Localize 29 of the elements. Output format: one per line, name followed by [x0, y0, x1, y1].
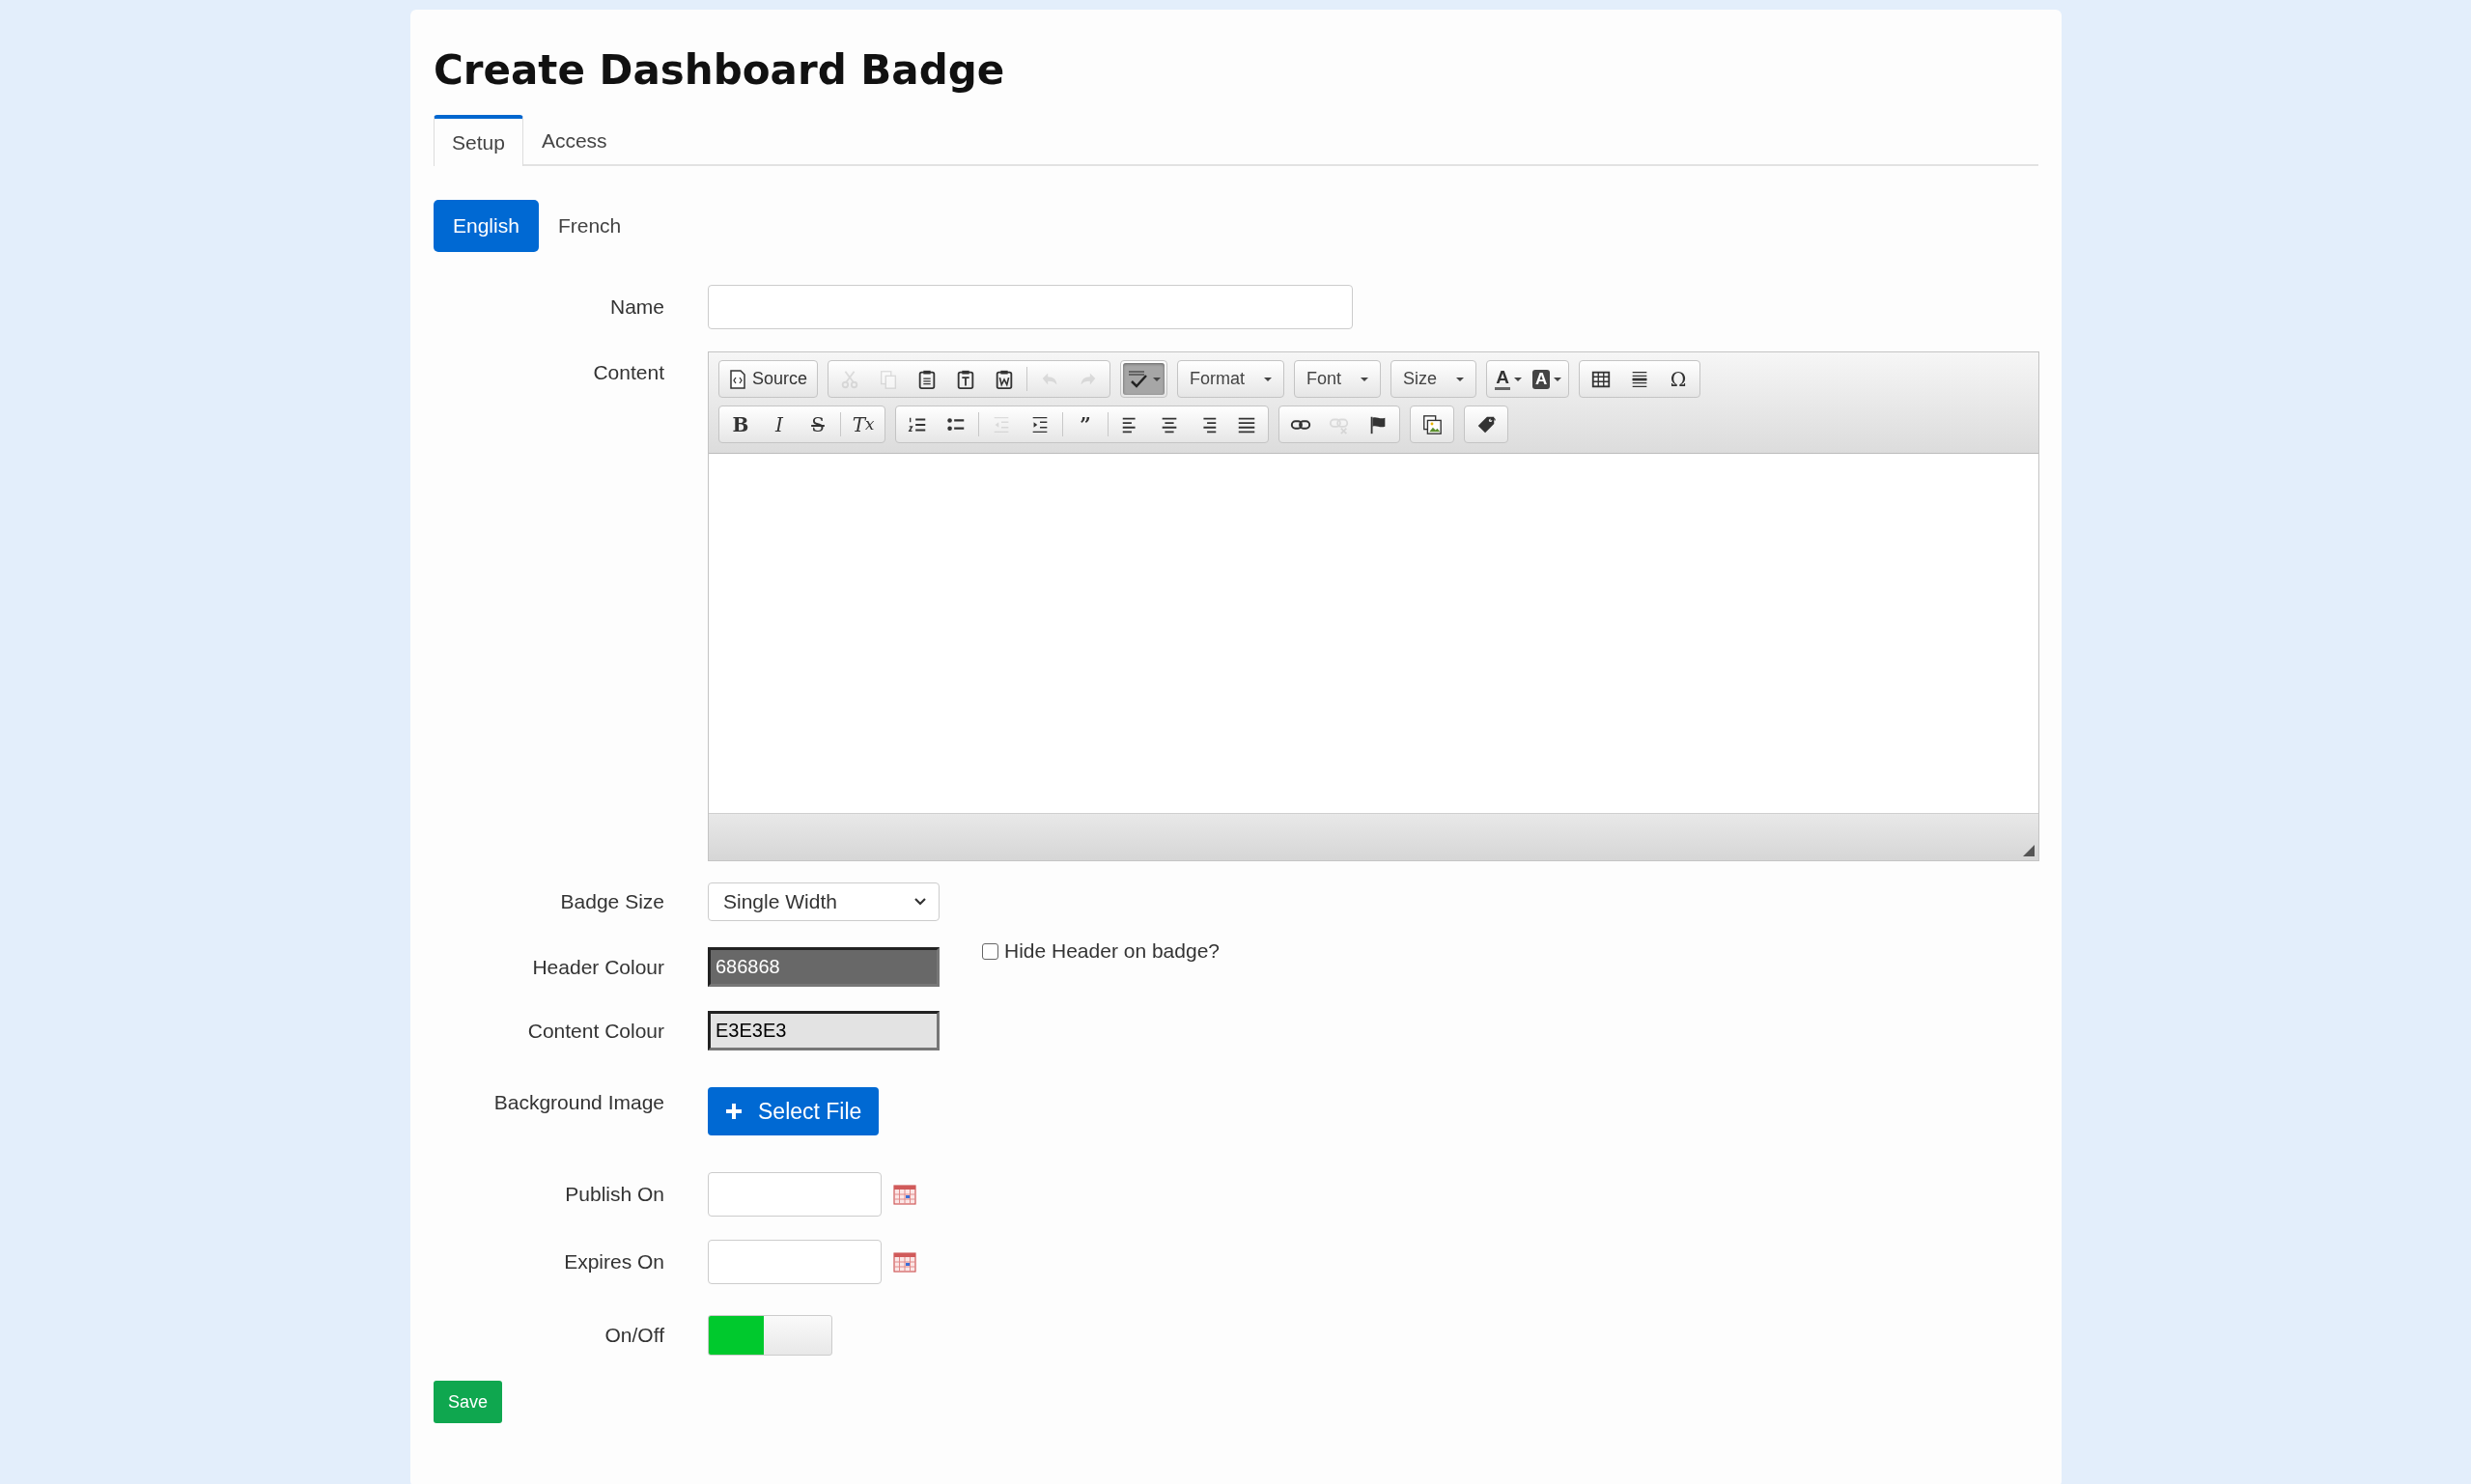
tab[interactable]: Setup — [434, 115, 523, 166]
background-color-button[interactable]: A — [1528, 363, 1567, 395]
language-tab[interactable]: French — [538, 200, 641, 252]
dropdown-button[interactable]: Font — [1297, 363, 1379, 395]
bold-button[interactable]: B — [721, 408, 760, 440]
italic-button[interactable]: I — [760, 408, 799, 440]
dropdown-button[interactable]: Format — [1180, 363, 1282, 395]
strikethrough-button[interactable]: S — [799, 408, 837, 440]
tab[interactable]: Access — [522, 115, 626, 166]
field-label: Background Image — [492, 1090, 664, 1114]
field-label: Header Colour — [531, 955, 664, 979]
source-button[interactable]: Source — [721, 363, 816, 395]
field-label: Publish On — [564, 1183, 664, 1206]
image-icon — [1421, 413, 1443, 435]
field-label: Name — [608, 295, 664, 319]
field-label: On/Off — [604, 1324, 664, 1347]
page-title: Create Dashboard Badge — [434, 46, 1006, 94]
language-tab[interactable]: English — [434, 200, 539, 252]
field-label: Content Colour — [526, 1019, 664, 1043]
blockquote-button[interactable]: ” — [1066, 408, 1105, 440]
name-field[interactable] — [708, 285, 1353, 329]
hide-header-checkbox[interactable]: Hide Header on badge? — [982, 939, 1220, 963]
field-label: Expires On — [563, 1250, 664, 1274]
text-color-button[interactable]: A — [1489, 363, 1529, 395]
symbol-button[interactable]: Ω — [1659, 363, 1699, 395]
field-label: Content — [592, 360, 664, 384]
document-code-icon — [729, 369, 746, 389]
field-label: Badge Size — [559, 890, 664, 913]
dropdown-button[interactable]: Size — [1393, 363, 1474, 395]
